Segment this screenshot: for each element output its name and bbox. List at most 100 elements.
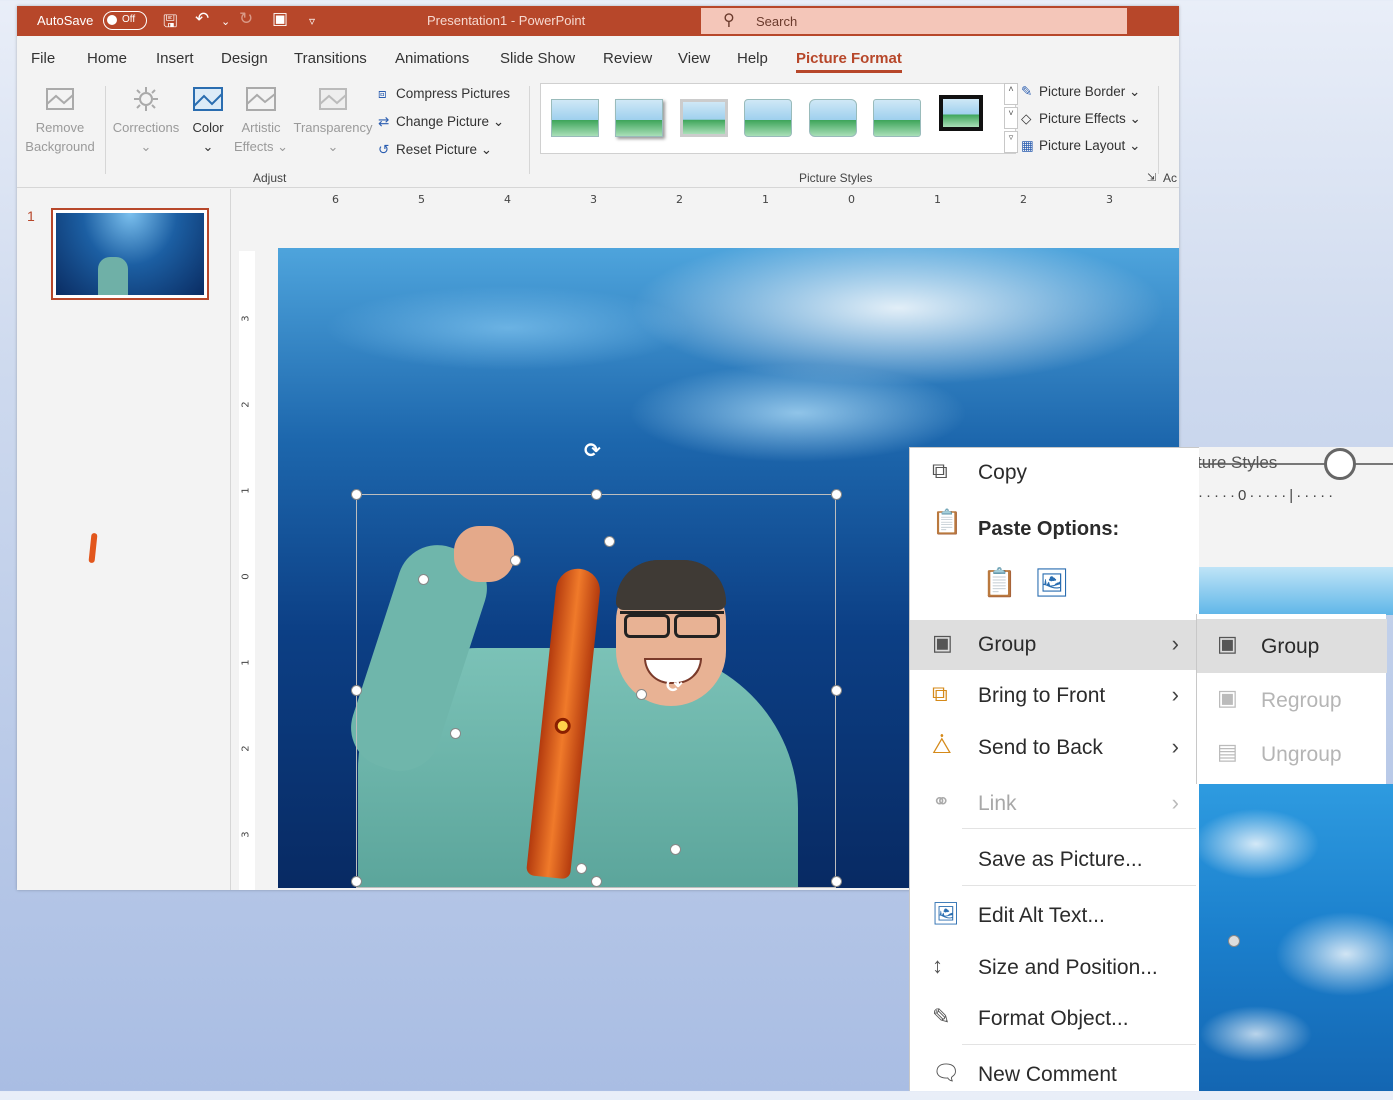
resize-handle[interactable] — [831, 876, 842, 887]
picture-effects-button[interactable]: ◇ Picture Effects ⌄ — [1021, 111, 1141, 127]
remove-background-icon — [46, 88, 74, 110]
gallery-more-icon[interactable]: ▿ — [1004, 131, 1018, 153]
picture-effects-icon: ◇ — [1021, 111, 1032, 126]
tab-transitions[interactable]: Transitions — [294, 50, 367, 67]
menu-item-save-as-picture[interactable]: Save as Picture... — [910, 835, 1197, 885]
thumbnail-person — [98, 257, 128, 295]
resize-handle[interactable] — [670, 844, 681, 855]
menu-item-format-object[interactable]: ✎ Format Object... — [910, 994, 1197, 1044]
tab-picture-format[interactable]: Picture Format — [796, 50, 902, 73]
comment-icon: 🗨 — [932, 1060, 960, 1085]
ruler-tick-label: 1 — [762, 193, 769, 206]
zoom-inset-handle — [1228, 935, 1240, 947]
submenu-item-group[interactable]: ▣ Group — [1197, 619, 1387, 673]
gallery-scroll-up-icon[interactable]: ˄ — [1004, 83, 1018, 105]
tab-view[interactable]: View — [678, 50, 710, 67]
artistic-effects-button[interactable]: Artistic Effects ⌄ — [233, 86, 289, 156]
resize-handle[interactable] — [351, 685, 362, 696]
picture-style-6[interactable] — [873, 99, 921, 137]
slide-thumbnail[interactable] — [51, 208, 209, 564]
resize-handle[interactable] — [351, 876, 362, 887]
tab-file[interactable]: File — [31, 50, 55, 67]
picture-layout-icon: ▦ — [1021, 138, 1034, 153]
selection-box — [356, 494, 836, 888]
picture-style-7[interactable] — [939, 95, 983, 131]
paste-as-picture-icon[interactable]: 🖼 — [1034, 566, 1070, 599]
reset-picture-button[interactable]: ↺ Reset Picture ⌄ — [378, 142, 492, 158]
bring-to-front-icon: ⧉ — [932, 681, 948, 706]
ruler-tick-label: 2 — [676, 193, 683, 206]
dialog-launcher-icon[interactable]: ⇲ — [1147, 171, 1156, 184]
menu-item-copy[interactable]: ⧉ Copy — [910, 448, 1197, 498]
picture-style-2[interactable] — [615, 99, 663, 137]
tab-home[interactable]: Home — [87, 50, 127, 67]
tab-help[interactable]: Help — [737, 50, 768, 67]
picture-layout-button[interactable]: ▦ Picture Layout ⌄ — [1021, 138, 1140, 154]
undo-icon[interactable]: ↶ — [195, 9, 209, 29]
picture-border-button[interactable]: ✎ Picture Border ⌄ — [1021, 84, 1140, 100]
group-icon: ▣ — [932, 630, 953, 655]
rotate-handle-icon[interactable]: ⟳ — [584, 438, 601, 463]
tab-animations[interactable]: Animations — [395, 50, 469, 67]
gallery-scroll-down-icon[interactable]: ˅ — [1004, 107, 1018, 129]
picture-style-1[interactable] — [551, 99, 599, 137]
menu-item-size-and-position[interactable]: ↕ Size and Position... — [910, 943, 1197, 993]
tab-insert[interactable]: Insert — [156, 50, 194, 67]
undo-dropdown-icon[interactable]: ⌄ — [221, 15, 230, 28]
paste-keep-source-icon[interactable]: 📋 — [982, 566, 1017, 599]
start-slideshow-icon[interactable]: ▣ — [272, 9, 288, 29]
menu-item-group[interactable]: ▣ Group › — [910, 620, 1197, 670]
tab-review[interactable]: Review — [603, 50, 652, 67]
resize-handle[interactable] — [636, 689, 647, 700]
menu-item-new-comment[interactable]: 🗨 New Comment — [910, 1050, 1197, 1100]
picture-layout-chevron-icon: ⌄ — [1125, 138, 1141, 153]
autosave-toggle[interactable]: Off — [103, 11, 147, 30]
resize-handle[interactable] — [351, 489, 362, 500]
customize-qat-icon[interactable]: ▿ — [309, 14, 315, 28]
change-picture-button[interactable]: ⇄ Change Picture ⌄ — [378, 114, 504, 130]
menu-item-send-to-back[interactable]: ⧊ Send to Back › — [910, 723, 1197, 773]
search-box[interactable]: ⚲ Search — [701, 8, 1127, 34]
rotate-handle-icon[interactable]: ⟳ — [666, 673, 683, 698]
resize-handle[interactable] — [831, 685, 842, 696]
size-and-position-label: Size and Position... — [978, 956, 1158, 979]
resize-handle[interactable] — [591, 489, 602, 500]
resize-handle[interactable] — [576, 863, 587, 874]
resize-handle[interactable] — [418, 574, 429, 585]
transparency-button[interactable]: Transparency ⌄ — [291, 86, 375, 156]
tab-design[interactable]: Design — [221, 50, 268, 67]
compress-pictures-button[interactable]: ⧈ Compress Pictures — [378, 86, 510, 102]
adjust-group-label: Adjust — [253, 171, 287, 185]
color-chevron-icon: ⌄ — [202, 139, 214, 154]
search-icon: ⚲ — [723, 12, 735, 29]
resize-handle[interactable] — [510, 555, 521, 566]
resize-handle[interactable] — [831, 489, 842, 500]
resize-handle[interactable] — [450, 728, 461, 739]
ruler-tick-label: 2 — [240, 401, 252, 408]
tab-slide-show[interactable]: Slide Show — [500, 50, 575, 67]
resize-handle[interactable] — [591, 876, 602, 887]
menu-item-bring-to-front[interactable]: ⧉ Bring to Front › — [910, 671, 1197, 721]
corrections-button[interactable]: Corrections ⌄ — [109, 86, 183, 156]
picture-style-3[interactable] — [680, 99, 728, 137]
save-icon[interactable]: 🖫 — [163, 9, 177, 38]
menu-item-edit-alt-text[interactable]: 🖼 Edit Alt Text... — [910, 891, 1197, 941]
ruler-tick-label: 2 — [240, 745, 252, 752]
vertical-ruler: 3 2 1 0 1 2 3 — [239, 251, 255, 890]
new-comment-label: New Comment — [978, 1063, 1117, 1086]
remove-background-line2: Background — [25, 139, 95, 154]
alt-text-icon: 🖼 — [932, 901, 960, 926]
context-menu: ⧉ Copy 📋 Paste Options: 📋 🖼 ▣ Group › ⧉ … — [909, 447, 1199, 1091]
send-to-back-icon: ⧊ — [932, 733, 952, 758]
artistic-effects-icon — [246, 87, 276, 111]
ribbon-tabs: File Home Insert Design Transitions Anim… — [17, 36, 1179, 78]
picture-style-4[interactable] — [744, 99, 792, 137]
picture-style-5[interactable] — [809, 99, 857, 137]
resize-handle[interactable] — [604, 536, 615, 547]
link-label: Link — [978, 792, 1017, 815]
color-button[interactable]: Color ⌄ — [187, 86, 229, 156]
separator — [105, 86, 106, 174]
ruler-tick-label: 3 — [1106, 193, 1113, 206]
remove-background-button[interactable]: Remove Background — [21, 86, 99, 156]
color-icon — [193, 87, 223, 111]
